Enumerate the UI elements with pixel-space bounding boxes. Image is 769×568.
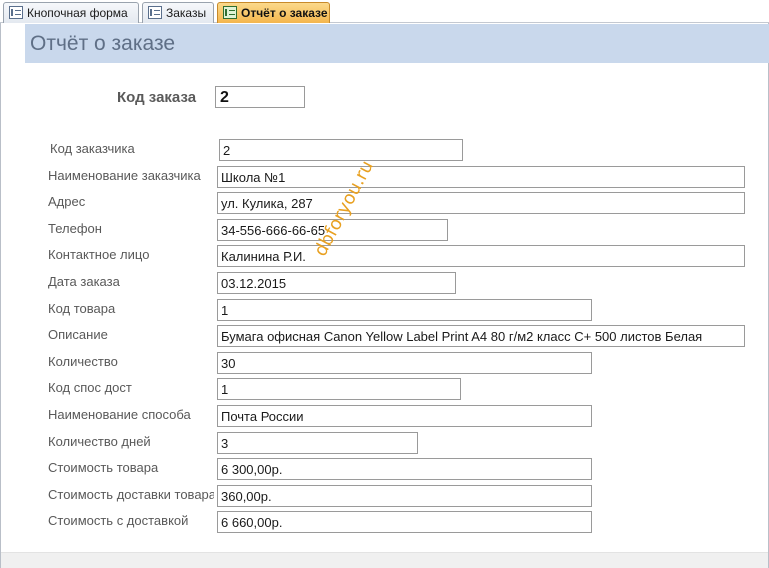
field-contact-person[interactable]: Калинина Р.И. — [217, 245, 745, 267]
field-product-id[interactable]: 1 — [217, 299, 592, 321]
field-label-customer-name: Наименование заказчика — [48, 168, 201, 183]
tab-label: Заказы — [166, 6, 207, 20]
field-label-delivery-method-id: Код спос дост — [48, 380, 132, 395]
tab-knopochnaya-forma[interactable]: Кнопочная форма — [3, 2, 139, 23]
field-label-contact-person: Контактное лицо — [48, 247, 150, 262]
order-id-label: Код заказа — [117, 89, 197, 106]
form-icon — [9, 6, 23, 19]
field-order-date[interactable]: 03.12.2015 — [217, 272, 456, 294]
field-delivery-method-name[interactable]: Почта России — [217, 405, 592, 427]
field-label-description: Описание — [48, 327, 108, 342]
report-title: Отчёт о заказе — [30, 32, 176, 55]
field-total-cost[interactable]: 6 660,00р. — [217, 511, 592, 533]
field-label-product-id: Код товара — [48, 301, 116, 316]
tab-order-report[interactable]: Отчёт о заказе — [217, 2, 330, 23]
field-label-phone: Телефон — [48, 221, 102, 236]
field-label-order-date: Дата заказа — [48, 274, 120, 289]
field-quantity[interactable]: 30 — [217, 352, 592, 374]
field-delivery-days[interactable]: 3 — [217, 432, 418, 454]
field-description[interactable]: Бумага офисная Canon Yellow Label Print … — [217, 325, 745, 347]
field-address[interactable]: ул. Кулика, 287 — [217, 192, 745, 214]
left-border — [0, 23, 1, 568]
field-label-delivery-days: Количество дней — [48, 434, 151, 449]
report-icon — [223, 6, 237, 19]
tab-zakazy[interactable]: Заказы — [142, 2, 214, 23]
order-id-value[interactable]: 2 — [215, 86, 305, 108]
tab-label: Кнопочная форма — [27, 6, 128, 20]
field-delivery-cost[interactable]: 360,00р. — [217, 485, 592, 507]
field-product-cost[interactable]: 6 300,00р. — [217, 458, 592, 480]
form-icon — [148, 6, 162, 19]
field-label-quantity: Количество — [48, 354, 118, 369]
document-tab-bar: Кнопочная форма Заказы Отчёт о заказе — [0, 0, 769, 23]
field-customer-id[interactable]: 2 — [219, 139, 463, 161]
field-label-delivery-cost: Стоимость доставки товара — [48, 487, 214, 502]
field-label-address: Адрес — [48, 194, 86, 209]
field-label-total-cost: Стоимость с доставкой — [48, 513, 189, 528]
field-label-product-cost: Стоимость товара — [48, 460, 159, 475]
field-label-customer-id: Код заказчика — [50, 141, 135, 156]
field-customer-name[interactable]: Школа №1 — [217, 166, 745, 188]
tab-label: Отчёт о заказе — [241, 6, 328, 20]
field-delivery-method-id[interactable]: 1 — [217, 378, 461, 400]
field-label-delivery-method-name: Наименование способа — [48, 407, 191, 422]
report-footer-band — [1, 552, 768, 568]
